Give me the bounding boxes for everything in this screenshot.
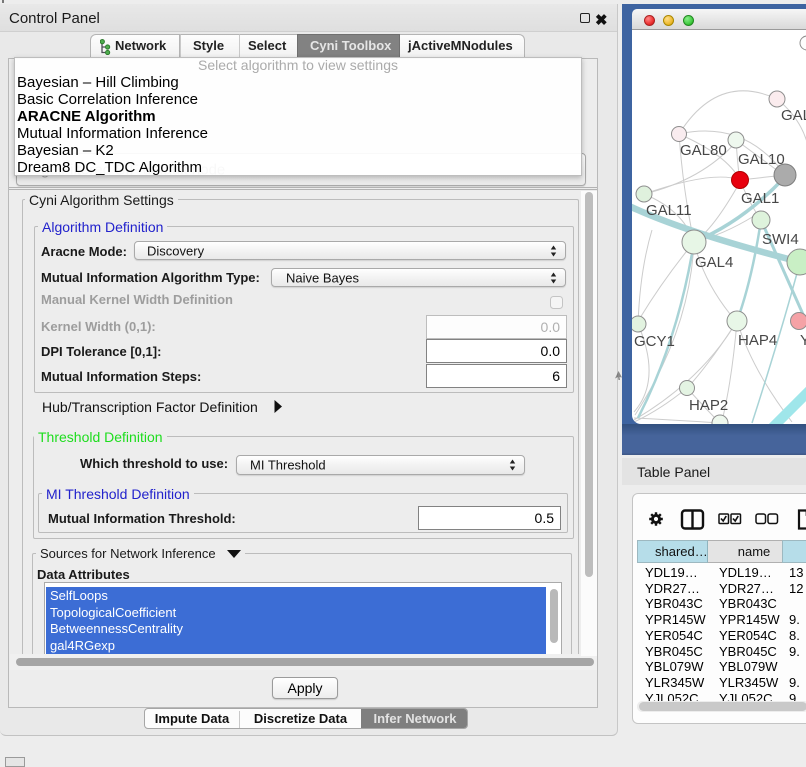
svg-text:GAL11: GAL11 [646, 202, 692, 219]
svg-text:SWI4: SWI4 [762, 231, 799, 248]
svg-text:GAL7: GAL7 [781, 107, 806, 124]
svg-text:GAL4: GAL4 [695, 254, 733, 271]
svg-text:GAL1: GAL1 [741, 190, 779, 207]
svg-text:Y: Y [800, 332, 806, 349]
svg-text:HAP2: HAP2 [689, 397, 728, 414]
svg-text:GCY1: GCY1 [634, 333, 675, 350]
svg-text:GAL10: GAL10 [738, 151, 785, 168]
svg-text:GAL80: GAL80 [680, 142, 727, 159]
svg-text:HAP4: HAP4 [738, 332, 777, 349]
